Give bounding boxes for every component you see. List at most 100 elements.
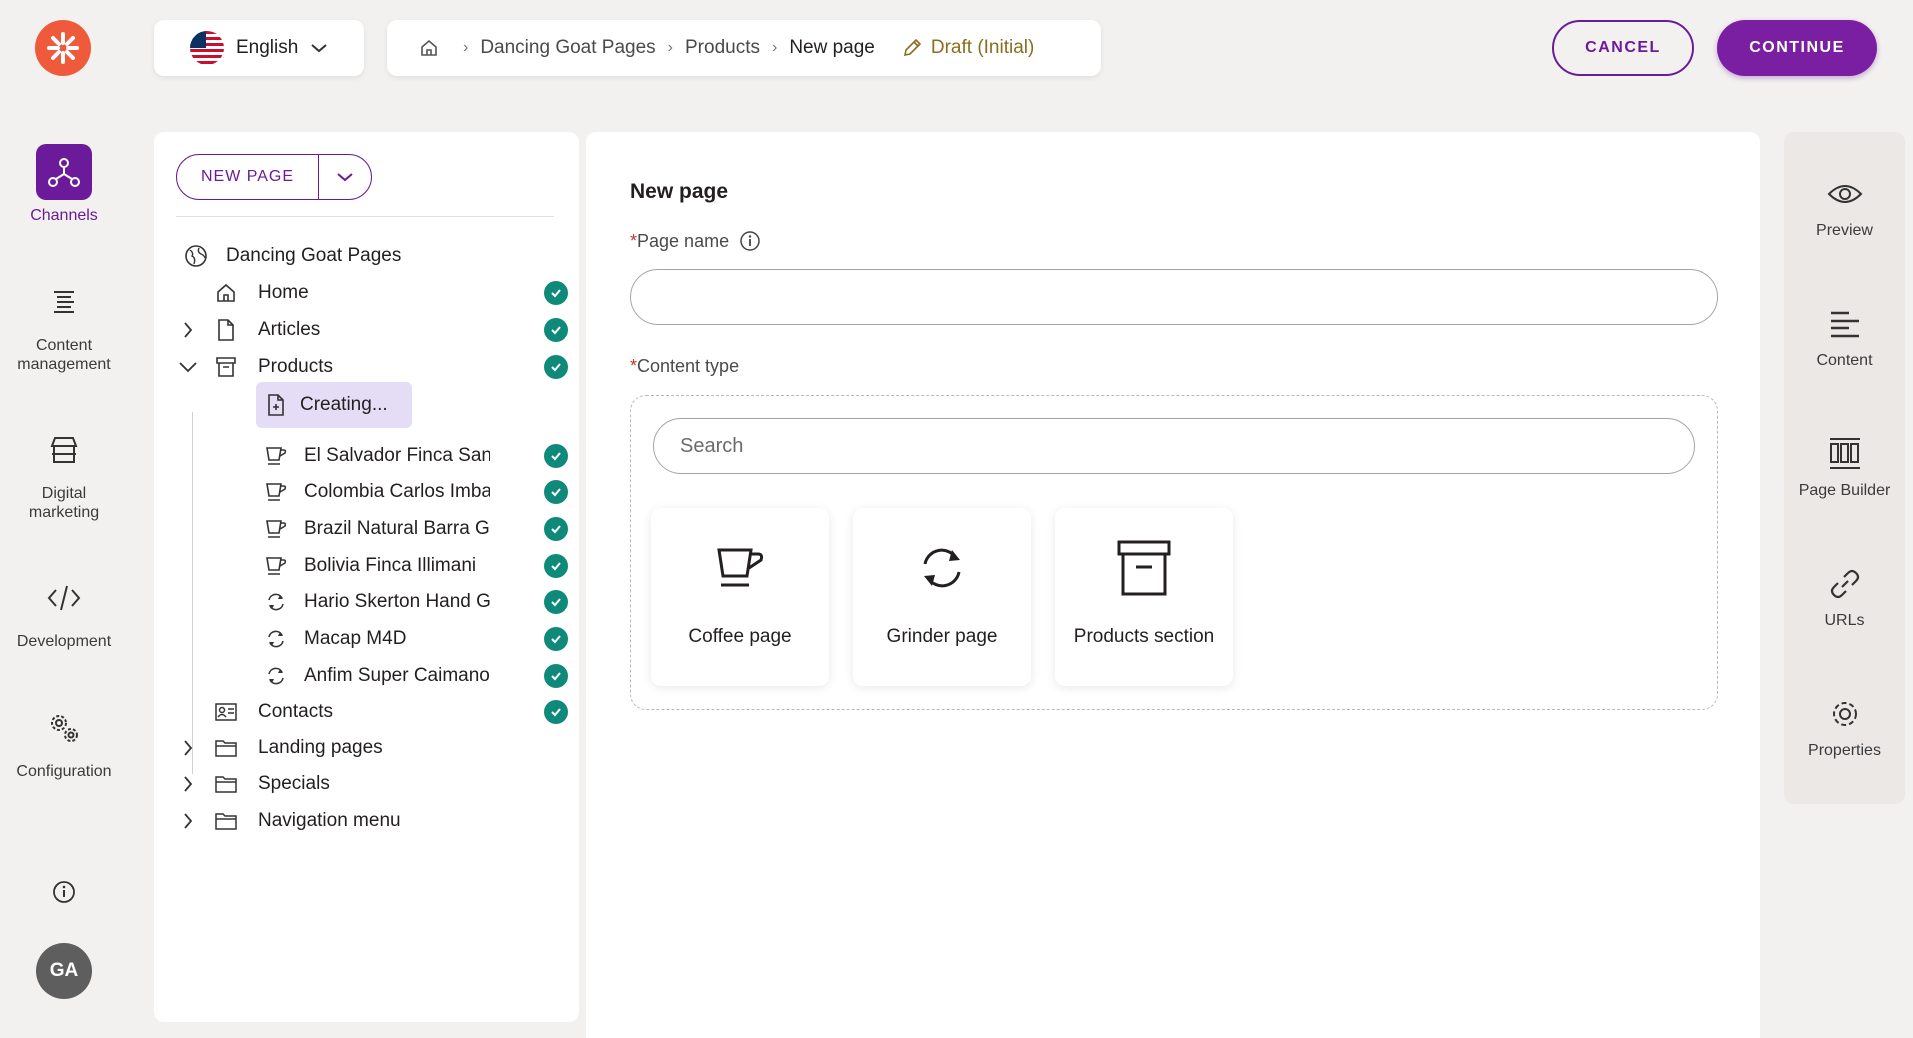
breadcrumb-separator: › xyxy=(463,39,469,56)
tree-item[interactable]: Products xyxy=(154,349,579,385)
grinder-icon xyxy=(915,538,969,598)
nav-digital-marketing[interactable]: Digital marketing xyxy=(0,422,128,522)
content-type-tile-grinder[interactable]: Grinder page xyxy=(853,508,1031,686)
tree-item-selected[interactable]: Creating... xyxy=(256,382,416,428)
breadcrumb-item[interactable]: Products xyxy=(685,37,760,59)
cup-icon xyxy=(264,517,288,541)
content-type-label: Grinder page xyxy=(886,626,998,647)
sidebar-item-label: URLs xyxy=(1824,612,1865,629)
nav-channels[interactable]: Channels xyxy=(0,144,128,225)
right-sidebar: Preview Content Page Builder URLs Proper… xyxy=(1784,132,1905,804)
language-label: English xyxy=(236,37,299,58)
nav-content-management[interactable]: Content management xyxy=(0,274,128,374)
label-text: Content type xyxy=(637,356,740,376)
published-check-icon xyxy=(544,700,568,724)
grinder-icon xyxy=(264,627,288,651)
tree-label: Articles xyxy=(258,319,321,340)
tree-label: Brazil Natural Barra Grande xyxy=(304,518,490,539)
cancel-button[interactable]: CANCEL xyxy=(1552,20,1694,76)
breadcrumb-separator: › xyxy=(667,39,673,56)
tree-item[interactable]: Macap M4D xyxy=(154,621,579,657)
new-page-dropdown[interactable] xyxy=(319,155,371,199)
user-avatar[interactable]: GA xyxy=(36,943,92,999)
language-selector[interactable]: English xyxy=(154,20,364,76)
tree-item[interactable]: Brazil Natural Barra Grande xyxy=(154,511,579,547)
gear-icon xyxy=(1828,696,1862,732)
cup-icon xyxy=(713,538,767,598)
new-page-split-button: NEW PAGE xyxy=(176,154,372,200)
published-check-icon xyxy=(544,627,568,651)
tree-label: El Salvador Finca San José xyxy=(304,445,490,466)
pencil-icon xyxy=(901,37,923,59)
code-icon xyxy=(36,570,92,626)
tree-item[interactable]: Landing pages xyxy=(154,730,579,766)
tree-root[interactable]: Dancing Goat Pages xyxy=(154,238,579,274)
tree-label: Macap M4D xyxy=(304,628,407,649)
nav-development[interactable]: Development xyxy=(0,570,128,651)
tree-label: Anfim Super Caimano xyxy=(304,665,490,686)
chevron-down-icon xyxy=(310,42,328,54)
content-type-label: Products section xyxy=(1073,626,1215,647)
channels-icon xyxy=(36,144,92,200)
sidebar-item-properties[interactable]: Properties xyxy=(1784,696,1905,760)
chevron-down-icon xyxy=(337,173,353,182)
content-type-search-input[interactable] xyxy=(653,418,1695,474)
info-icon[interactable] xyxy=(739,230,761,252)
new-page-button[interactable]: NEW PAGE xyxy=(177,155,319,199)
published-check-icon xyxy=(544,517,568,541)
info-icon[interactable] xyxy=(50,878,78,906)
chevron-right-icon[interactable] xyxy=(178,320,198,340)
published-check-icon xyxy=(544,480,568,504)
chevron-down-icon[interactable] xyxy=(178,357,198,377)
grinder-icon xyxy=(264,590,288,614)
breadcrumb-item[interactable]: Dancing Goat Pages xyxy=(480,37,655,59)
sidebar-item-preview[interactable]: Preview xyxy=(1784,176,1905,240)
tree-item[interactable]: El Salvador Finca San José xyxy=(154,438,579,474)
tree-label: Home xyxy=(258,282,309,303)
sidebar-item-label: Preview xyxy=(1816,222,1873,239)
home-icon[interactable] xyxy=(419,38,439,58)
published-check-icon xyxy=(544,318,568,342)
tree-item[interactable]: Bolivia Finca Illimani xyxy=(154,548,579,584)
tree-item[interactable]: Navigation menu xyxy=(154,803,579,839)
page-name-label: *Page name xyxy=(630,230,761,252)
content-type-tile-products-section[interactable]: Products section xyxy=(1055,508,1233,686)
chevron-right-icon[interactable] xyxy=(178,774,198,794)
tree-label: Creating... xyxy=(300,394,388,415)
folder-icon xyxy=(214,772,238,796)
content-type-label: *Content type xyxy=(630,356,739,377)
tree-item[interactable]: Hario Skerton Hand Grinder xyxy=(154,584,579,620)
home-icon xyxy=(214,281,238,305)
published-check-icon xyxy=(544,355,568,379)
tree-item[interactable]: Colombia Carlos Imbachi xyxy=(154,474,579,510)
nav-configuration[interactable]: Configuration xyxy=(0,700,128,781)
published-check-icon xyxy=(544,444,568,468)
cup-icon xyxy=(264,480,288,504)
sidebar-item-page-builder[interactable]: Page Builder xyxy=(1784,436,1905,500)
tree-label: Dancing Goat Pages xyxy=(226,245,402,266)
chevron-right-icon[interactable] xyxy=(178,811,198,831)
tree-item[interactable]: Articles xyxy=(154,312,579,348)
nav-label: Configuration xyxy=(16,763,112,780)
continue-button[interactable]: CONTINUE xyxy=(1717,20,1877,76)
page-name-input[interactable] xyxy=(630,269,1718,325)
tree-label: Hario Skerton Hand Grinder xyxy=(304,591,490,612)
chevron-right-icon[interactable] xyxy=(178,738,198,758)
sidebar-item-urls[interactable]: URLs xyxy=(1784,566,1905,630)
tree-item[interactable]: Anfim Super Caimano xyxy=(154,658,579,694)
status-badge: Draft (Initial) xyxy=(901,37,1034,59)
tree-item[interactable]: Specials xyxy=(154,766,579,802)
gears-icon xyxy=(36,700,92,756)
kentico-logo[interactable] xyxy=(35,20,91,76)
tree-item[interactable]: Contacts xyxy=(154,694,579,730)
content-lines-icon xyxy=(1829,306,1861,342)
content-type-tile-coffee[interactable]: Coffee page xyxy=(651,508,829,686)
tree-label: Products xyxy=(258,356,333,377)
content-type-label: Coffee page xyxy=(688,626,792,647)
divider xyxy=(176,216,554,217)
tree-item[interactable]: Home xyxy=(154,275,579,311)
sidebar-item-content[interactable]: Content xyxy=(1784,306,1905,370)
folder-icon xyxy=(214,809,238,833)
grinder-icon xyxy=(264,664,288,688)
cup-icon xyxy=(264,444,288,468)
